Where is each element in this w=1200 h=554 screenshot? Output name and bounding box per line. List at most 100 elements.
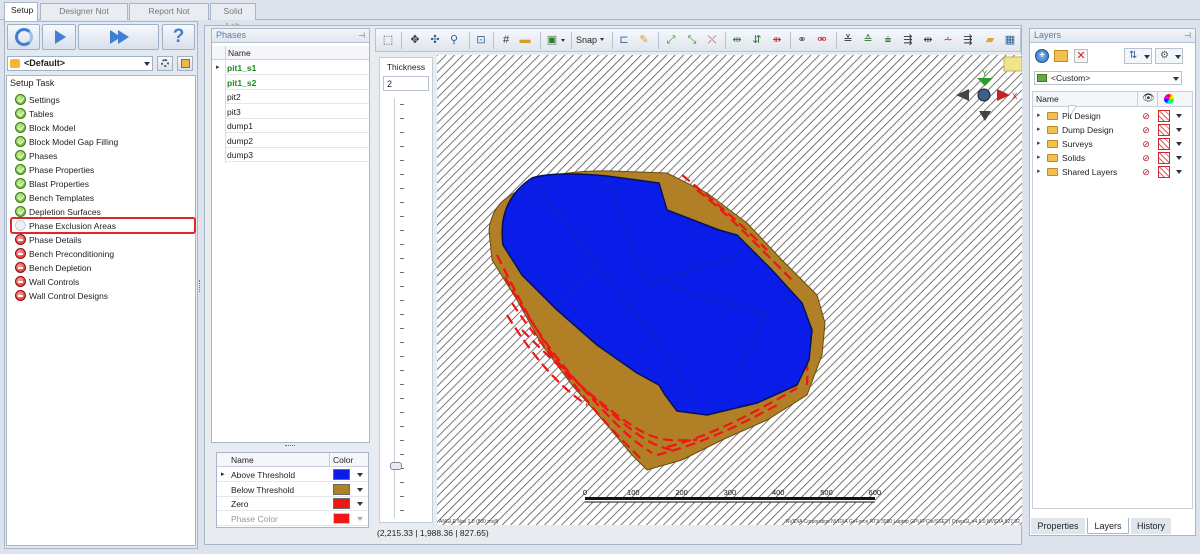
help-button[interactable]: ?	[162, 24, 195, 50]
tab-history[interactable]: History	[1131, 518, 1171, 534]
add-layer-button[interactable]: +	[1035, 49, 1049, 63]
phase-row[interactable]: pit1_s2	[225, 76, 369, 90]
visibility-icon[interactable]: ⊘	[1141, 125, 1151, 135]
task-item[interactable]: Bench Depletion	[15, 261, 91, 275]
grid-icon[interactable]: #	[499, 33, 513, 47]
chevron-down-icon[interactable]	[1176, 156, 1182, 160]
layer-color-swatch[interactable]	[1158, 166, 1170, 178]
legend-row[interactable]: Phase Color	[217, 512, 368, 526]
tab-solid-lab[interactable]: Solid Lab	[210, 3, 256, 31]
save-icon[interactable]: ▦	[1003, 33, 1017, 47]
visibility-icon[interactable]: ⊘	[1141, 153, 1151, 163]
task-item[interactable]: Phases	[15, 149, 57, 163]
pencil-icon[interactable]: ✎	[637, 33, 651, 47]
run-all-button[interactable]	[78, 24, 159, 50]
chevron-down-icon[interactable]	[561, 39, 565, 42]
task-item[interactable]: Phase Exclusion Areas	[10, 217, 196, 234]
layer-item[interactable]: ▸ Solids ⊘	[1033, 151, 1192, 165]
legend-row[interactable]: Zero	[217, 497, 368, 511]
expand-icon[interactable]: ▸	[1037, 137, 1041, 151]
3d-viewport[interactable]: 0 100 200 300 400 500 600 Y X ANGLE Nav 1.0 (8…	[437, 55, 1022, 525]
task-item[interactable]: Wall Control Designs	[15, 289, 108, 303]
phase-row[interactable]: pit3	[225, 105, 369, 119]
filter-icon[interactable]: ⇶	[961, 33, 975, 47]
splitter-grip[interactable]	[199, 280, 201, 292]
add-folder-button[interactable]	[1054, 50, 1068, 62]
extend-icon[interactable]: ⇹	[921, 33, 935, 47]
expand-icon[interactable]: ▸	[1037, 109, 1041, 123]
thickness-slider-thumb[interactable]	[390, 462, 402, 470]
image-icon[interactable]: ▣	[545, 33, 559, 47]
pin-icon[interactable]: ⊣	[1184, 29, 1191, 42]
bench-down-icon[interactable]: ⩧	[881, 33, 895, 47]
phase-row[interactable]: dump1	[225, 119, 369, 133]
task-item[interactable]: Tables	[15, 107, 54, 121]
layer-color-swatch[interactable]	[1158, 152, 1170, 164]
delete-point-icon[interactable]: ⤬	[705, 33, 719, 47]
task-item[interactable]: Blast Properties	[15, 177, 89, 191]
join-icon[interactable]: ⇵	[750, 33, 764, 47]
legend-color-swatch[interactable]	[333, 512, 350, 524]
visibility-icon[interactable]: ⊘	[1141, 139, 1151, 149]
tab-designer[interactable]: Designer Not Ready	[40, 3, 128, 31]
z-axis-icon[interactable]	[977, 88, 991, 102]
layer-item[interactable]: ▸ Dump Design ⊘	[1033, 123, 1192, 137]
tab-layers[interactable]: Layers	[1087, 518, 1129, 534]
layer-color-swatch[interactable]	[1158, 124, 1170, 136]
phases-splitter-grip[interactable]	[285, 445, 295, 447]
save-profile-button[interactable]	[177, 56, 193, 71]
refresh-button[interactable]	[7, 24, 40, 50]
layer-color-swatch[interactable]	[1158, 138, 1170, 150]
layer-color-swatch[interactable]	[1158, 110, 1170, 122]
phase-row[interactable]: dump2	[225, 134, 369, 148]
visibility-icon[interactable]: ⊘	[1141, 111, 1151, 121]
task-item[interactable]: Bench Preconditioning	[15, 247, 114, 261]
chevron-down-icon[interactable]	[1176, 170, 1182, 174]
bench-icon[interactable]: ≚	[841, 33, 855, 47]
chevron-down-icon[interactable]	[357, 502, 363, 506]
legend-color-swatch[interactable]	[333, 498, 350, 509]
phase-row[interactable]: pit1_s1 ▸	[216, 61, 369, 75]
task-item[interactable]: Wall Controls	[15, 275, 79, 289]
legend-color-swatch[interactable]	[333, 483, 350, 495]
move-point-icon[interactable]: ⤡	[685, 33, 699, 47]
sort-button[interactable]: ⇅	[1124, 48, 1152, 64]
bench-up-icon[interactable]: ≙	[861, 33, 875, 47]
zoom-extents-icon[interactable]: ⊡	[474, 33, 488, 47]
add-point-icon[interactable]: ⤢	[664, 33, 678, 47]
chevron-down-icon[interactable]	[1176, 128, 1182, 132]
close-line-icon[interactable]: ⇻	[770, 33, 784, 47]
pin-icon[interactable]: ⊣	[358, 29, 365, 42]
pan-icon[interactable]: ✥	[408, 33, 422, 47]
chevron-down-icon[interactable]	[357, 516, 363, 521]
tab-report[interactable]: Report Not Ready	[129, 3, 209, 31]
chevron-down-icon[interactable]	[357, 473, 363, 477]
unlink-icon[interactable]: ⚮	[815, 33, 829, 47]
select-icon[interactable]: ⬚	[381, 33, 395, 47]
phases-column-header[interactable]: Name	[212, 46, 369, 60]
link-icon[interactable]: ⚭	[795, 33, 809, 47]
run-button[interactable]	[42, 24, 76, 50]
visibility-icon[interactable]: ⊘	[1141, 167, 1151, 177]
layer-item[interactable]: ▸ Shared Layers ⊘	[1033, 165, 1192, 179]
ruler-icon[interactable]: ▬	[518, 33, 532, 47]
layer-preset-dropdown[interactable]: <Custom>	[1034, 71, 1182, 85]
chevron-down-icon[interactable]	[357, 487, 363, 492]
legend-row[interactable]: Above Threshold ▸	[217, 468, 368, 482]
expand-icon[interactable]: ▸	[1037, 165, 1041, 179]
expand-icon[interactable]: ▸	[1037, 151, 1041, 165]
task-item[interactable]: Bench Templates	[15, 191, 94, 205]
orbit-icon[interactable]: ✣	[428, 33, 442, 47]
task-item[interactable]: Phase Properties	[15, 163, 94, 177]
chevron-down-icon[interactable]	[1176, 114, 1182, 118]
settings-button[interactable]	[157, 56, 173, 71]
legend-row[interactable]: Below Threshold	[217, 483, 368, 497]
zoom-icon[interactable]: ⚲	[447, 33, 461, 47]
tab-properties[interactable]: Properties	[1031, 518, 1085, 534]
layer-item[interactable]: ▸ Surveys ⊘	[1033, 137, 1192, 151]
layer-item[interactable]: ▸ Pit Design ⊘	[1033, 109, 1192, 123]
view-cube-corner[interactable]	[1003, 56, 1022, 72]
expand-icon[interactable]: ▸	[1037, 123, 1041, 137]
view-icon[interactable]: ⊏	[617, 33, 631, 47]
thickness-slider-track[interactable]	[380, 58, 432, 522]
